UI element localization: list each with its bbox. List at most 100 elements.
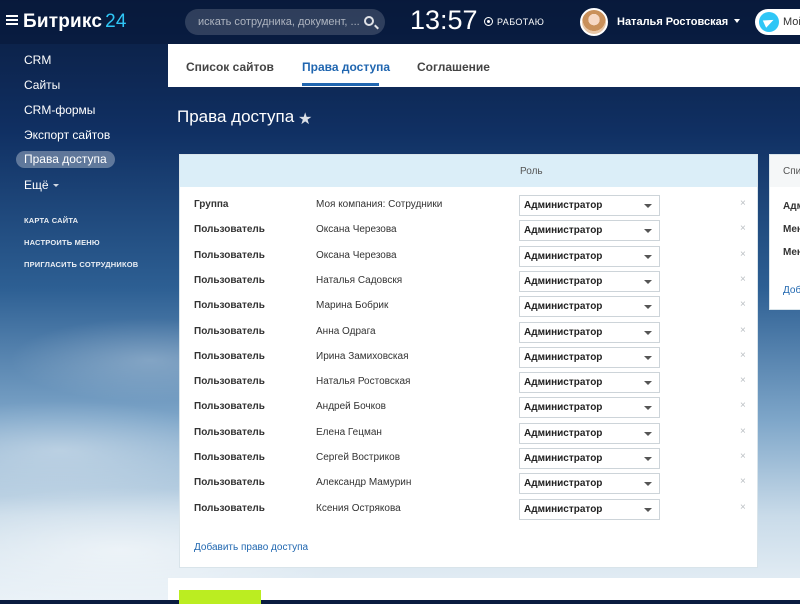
chevron-down-icon — [644, 507, 652, 512]
chevron-down-icon — [644, 229, 652, 234]
subject-name: Сергей Востриков — [316, 452, 401, 463]
role-value: Администратор — [524, 200, 603, 211]
roles-list-panel: Спи Адм Мен Мен Доб — [769, 154, 800, 310]
remove-icon[interactable]: × — [740, 249, 749, 260]
subject-type: Пользователь — [194, 502, 265, 514]
sidebar-item-access-rights[interactable]: Права доступа — [16, 151, 115, 168]
role-value: Администратор — [524, 478, 603, 490]
save-button[interactable] — [179, 590, 261, 604]
sidebar-link-configure-menu[interactable]: НАСТРОИТЬ МЕНЮ — [24, 238, 100, 247]
sidebar-link-invite-employees[interactable]: ПРИГЛАСИТЬ СОТРУДНИКОВ — [24, 260, 138, 269]
menu-icon[interactable] — [6, 15, 18, 25]
role-value: Администратор — [524, 453, 603, 464]
star-icon[interactable]: ★ — [298, 109, 312, 129]
subject-name: Анна Одрага — [316, 325, 376, 337]
remove-icon[interactable]: × — [740, 375, 749, 386]
remove-icon[interactable]: × — [740, 451, 749, 462]
subject-name: Оксана Черезова — [316, 224, 397, 236]
subject-type: Пользователь — [194, 350, 265, 362]
role-list-item[interactable]: Мен — [783, 247, 800, 258]
search-icon[interactable] — [364, 16, 374, 26]
user-name: Наталья Ростовская — [617, 16, 729, 28]
role-select[interactable]: Администратор — [519, 195, 660, 216]
remove-icon[interactable]: × — [740, 400, 749, 411]
role-select[interactable]: Администратор — [519, 270, 660, 292]
role-value: Администратор — [524, 351, 603, 363]
add-access-link[interactable]: Добавить право доступа — [194, 542, 308, 553]
remove-icon[interactable]: × — [740, 274, 749, 285]
role-select[interactable]: Администратор — [519, 245, 660, 267]
form-footer — [168, 578, 800, 600]
user-menu[interactable]: Наталья Ростовская — [617, 16, 741, 28]
logo-number: 24 — [105, 11, 127, 32]
work-status-button[interactable]: РАБОТАЮ — [484, 17, 544, 27]
sidebar-item-more[interactable]: Ещё — [16, 177, 67, 194]
subject-name: Марина Бобрик — [316, 300, 389, 312]
sidebar-item-more-label: Ещё — [24, 178, 49, 192]
chevron-down-icon — [644, 482, 652, 487]
status-dot-icon — [484, 17, 493, 26]
tab-sites-list[interactable]: Список сайтов — [186, 60, 274, 74]
role-list-item[interactable]: Мен — [783, 224, 800, 235]
remove-icon[interactable]: × — [740, 299, 749, 310]
logo[interactable]: Битрикс 24 — [23, 11, 127, 33]
role-select[interactable]: Администратор — [519, 296, 660, 318]
role-list-item[interactable]: Адм — [783, 201, 800, 212]
role-value: Администратор — [524, 301, 603, 313]
sidebar-item-crm-forms[interactable]: CRM-формы — [16, 102, 103, 119]
role-select[interactable]: Администратор — [519, 498, 660, 520]
avatar[interactable] — [580, 8, 608, 36]
table-row: Пользователь Александр Мамурин Администрат… — [180, 471, 757, 496]
search-input[interactable]: искать сотрудника, документ, ... — [185, 9, 385, 35]
role-select[interactable]: Администратор — [519, 422, 660, 444]
my-button[interactable]: Мой — [755, 9, 800, 35]
subject-name: Ирина Замиховская — [316, 350, 409, 362]
role-select[interactable]: Администратор — [519, 397, 660, 419]
search-placeholder: искать сотрудника, документ, ... — [198, 16, 360, 28]
subject-type: Пользователь — [194, 376, 265, 388]
role-select[interactable]: Администратор — [519, 346, 660, 368]
table-row: Пользователь Наталья Ростовская Администра… — [180, 370, 757, 395]
role-select[interactable]: Администратор — [519, 473, 660, 495]
my-label: Мой — [783, 16, 800, 28]
remove-icon[interactable]: × — [740, 476, 749, 487]
subject-type: Пользователь — [194, 452, 265, 463]
sidebar-link-sitemap[interactable]: КАРТА САЙТА — [24, 216, 78, 225]
remove-icon[interactable]: × — [740, 198, 749, 209]
chevron-down-icon — [644, 457, 652, 461]
table-row: Пользователь Елена Гецман Администратор × — [180, 421, 757, 446]
subject-name: Моя компания: Сотрудники — [316, 199, 443, 210]
role-select[interactable]: Администратор — [519, 220, 660, 242]
role-select[interactable]: Администратор — [519, 372, 660, 394]
remove-icon[interactable]: × — [740, 426, 749, 437]
chevron-down-icon — [644, 204, 652, 208]
chevron-down-icon — [644, 355, 652, 360]
role-select[interactable]: Администратор — [519, 448, 660, 469]
tab-access-rights[interactable]: Права доступа — [302, 60, 390, 74]
chevron-down-icon — [644, 279, 652, 284]
sidebar: CRM Сайты CRM-формы Экспорт сайтов Права… — [0, 44, 168, 600]
table-row: Пользователь Оксана Черезова Администратор… — [180, 218, 757, 243]
remove-icon[interactable]: × — [740, 502, 749, 513]
page-title: Права доступа — [177, 107, 295, 126]
subject-type: Пользователь — [194, 224, 265, 236]
table-row: Пользователь Анна Одрага Администратор × — [180, 320, 757, 345]
remove-icon[interactable]: × — [740, 223, 749, 234]
tab-agreement[interactable]: Соглашение — [417, 60, 490, 74]
work-status-label: РАБОТАЮ — [497, 17, 545, 27]
subject-type: Пользователь — [194, 426, 265, 438]
subject-type: Группа — [194, 199, 229, 210]
sidebar-item-sites[interactable]: Сайты — [16, 77, 68, 94]
role-value: Администратор — [524, 225, 603, 237]
sidebar-item-export-sites[interactable]: Экспорт сайтов — [16, 127, 118, 144]
role-value: Администратор — [524, 275, 603, 287]
remove-icon[interactable]: × — [740, 325, 749, 336]
role-select[interactable]: Администратор — [519, 321, 660, 343]
subject-type: Пользователь — [194, 325, 265, 337]
add-role-link[interactable]: Доб — [783, 285, 800, 296]
remove-icon[interactable]: × — [740, 350, 749, 361]
table-row: Пользователь Оксана Черезова Администратор… — [180, 244, 757, 269]
sidebar-item-crm[interactable]: CRM — [16, 52, 59, 69]
send-icon — [759, 12, 779, 32]
table-row: Пользователь Андрей Бочков Администратор × — [180, 395, 757, 420]
